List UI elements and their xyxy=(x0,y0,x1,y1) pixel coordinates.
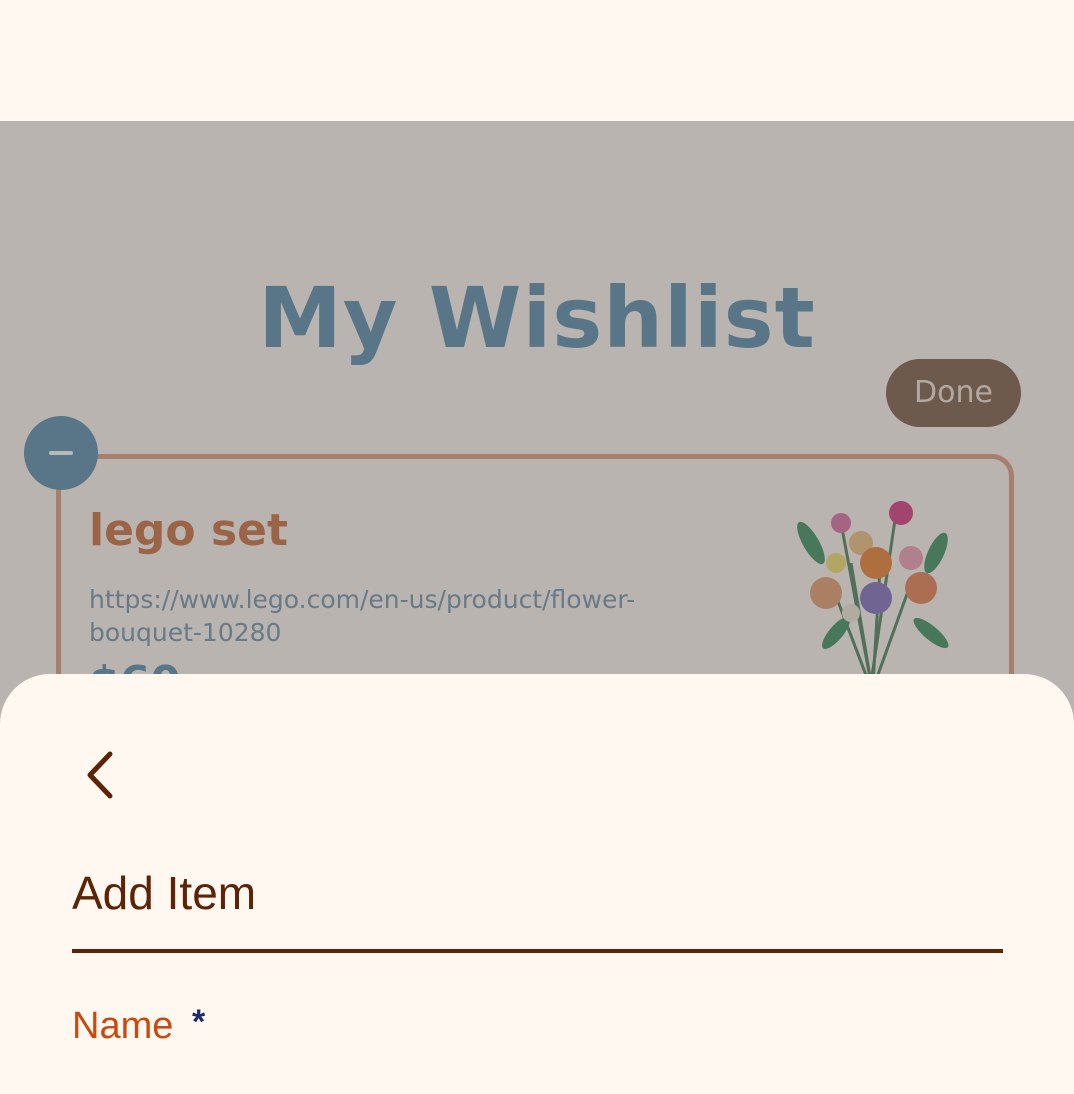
status-bar xyxy=(0,0,1074,121)
sheet-title: Add Item xyxy=(72,867,257,919)
required-asterisk: * xyxy=(192,1003,206,1041)
title-divider xyxy=(72,949,1003,953)
chevron-left-icon[interactable] xyxy=(76,742,126,808)
name-field-label: Name xyxy=(72,1005,174,1047)
add-item-sheet: Add Item Name * xyxy=(0,674,1074,1094)
